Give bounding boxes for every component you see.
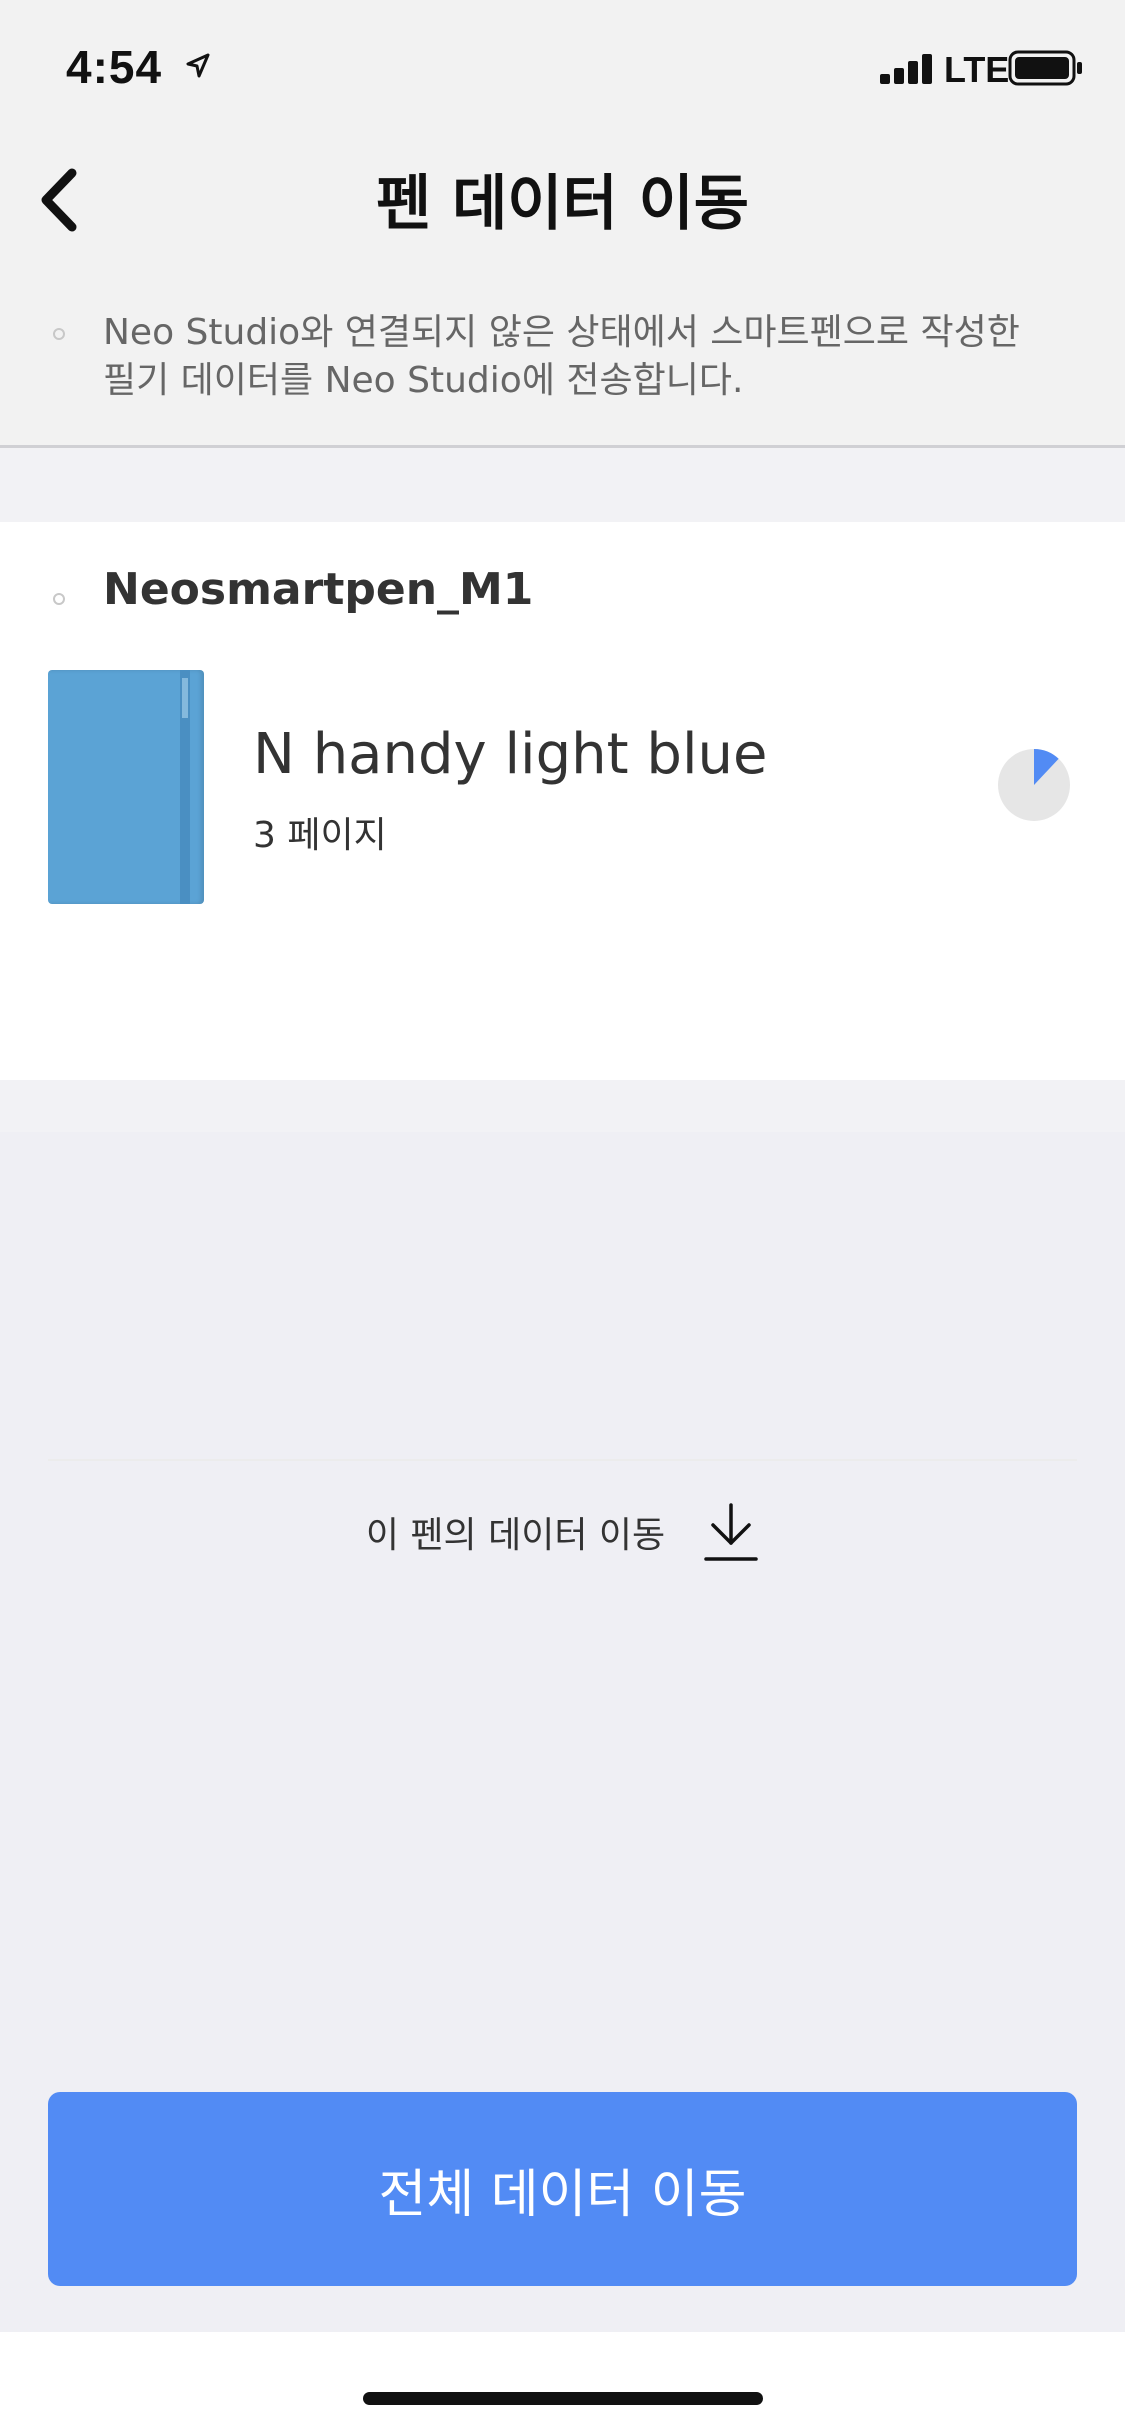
notebook-title[interactable]: N handy light blue	[253, 722, 767, 787]
bullet-icon	[53, 328, 65, 340]
status-bar: 4:54 LTE	[0, 0, 1125, 135]
move-pen-data-label: 이 펜의 데이터 이동	[365, 1515, 666, 1556]
transfer-all-button[interactable]: 전체 데이터 이동	[48, 2092, 1077, 2286]
location-arrow-icon	[186, 53, 210, 78]
divider	[0, 445, 1125, 448]
description-text: Neo Studio와 연결되지 않은 상태에서 스마트펜으로 작성한 필기 데…	[103, 312, 1020, 401]
notebook-cover-image[interactable]	[48, 670, 204, 904]
pen-name: Neosmartpen_M1	[103, 564, 534, 615]
battery-icon	[1008, 50, 1082, 86]
bottom-safe-area	[0, 2332, 1125, 2436]
notebook-page-count: 3 페이지	[253, 815, 387, 856]
divider	[48, 1459, 1077, 1461]
bullet-icon	[53, 593, 65, 605]
status-time: 4:54	[66, 41, 163, 93]
transfer-progress-icon	[998, 749, 1070, 821]
navigation-bar: 펜 데이터 이동	[0, 135, 1125, 265]
move-pen-data-button[interactable]: 이 펜의 데이터 이동	[0, 1462, 1125, 1602]
download-arrow-icon	[704, 1503, 758, 1561]
home-indicator[interactable]	[363, 2392, 763, 2405]
description-section: Neo Studio와 연결되지 않은 상태에서 스마트펜으로 작성한 필기 데…	[0, 265, 1125, 445]
notebook-spine-label	[182, 678, 188, 718]
signal-strength-icon	[880, 54, 932, 84]
pen-card: Neosmartpen_M1 N handy light blue 3 페이지 …	[0, 522, 1125, 1561]
network-type: LTE	[944, 49, 1010, 90]
page-title: 펜 데이터 이동	[376, 169, 749, 239]
